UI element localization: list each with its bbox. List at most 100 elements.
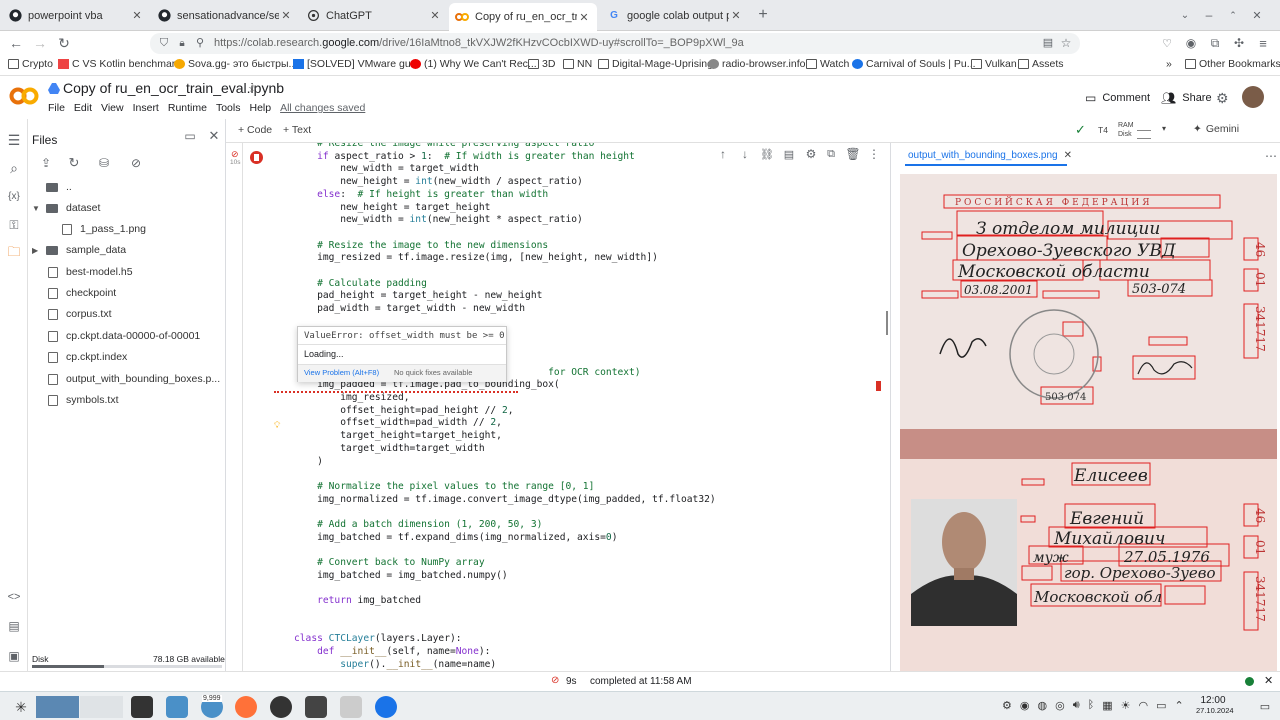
add-text-button[interactable]: + Text (283, 124, 311, 136)
file-row[interactable]: ▶ sample_data (28, 240, 224, 260)
bookmark-item[interactable]: Carnival of Souls | Pu... (852, 58, 976, 70)
close-icon[interactable]: ✕ (1064, 150, 1072, 161)
variables-icon[interactable]: {x} (4, 188, 24, 204)
comment-icon[interactable]: ▤ (782, 147, 796, 161)
comment-button[interactable]: ▭ Comment (1085, 91, 1150, 105)
bookmark-item[interactable]: Assets (1018, 58, 1064, 70)
file-row[interactable]: .. (28, 177, 224, 197)
terminal-icon[interactable]: ▣ (6, 648, 22, 664)
forward-icon[interactable]: → (32, 35, 48, 51)
file-manager-icon[interactable] (166, 696, 188, 718)
bookmark-item[interactable]: Watch (806, 58, 849, 70)
menu-tools[interactable]: Tools (216, 102, 241, 114)
back-icon[interactable]: ← (8, 35, 24, 51)
bluetooth-icon[interactable]: ᛒ (1088, 699, 1095, 712)
mount-drive-icon[interactable]: ⛁ (96, 155, 112, 171)
command-palette-icon[interactable]: ▤ (6, 618, 22, 634)
media-player-icon[interactable] (340, 696, 362, 718)
browser-app-icon[interactable] (375, 696, 397, 718)
menu-runtime[interactable]: Runtime (168, 102, 207, 114)
expand-tray-icon[interactable]: ⌃ (1175, 699, 1184, 712)
terminal-app-icon[interactable] (131, 696, 153, 718)
browser-tab[interactable]: G google colab output print ✕ (601, 3, 749, 28)
workspace-1[interactable] (36, 696, 79, 718)
open-in-tab-icon[interactable]: ▭ (182, 128, 198, 144)
mirror-cell-icon[interactable]: ⧉ (824, 147, 838, 161)
browser-tab[interactable]: ChatGPT ✕ (300, 3, 448, 28)
menu-icon[interactable]: ≡ (1256, 36, 1270, 51)
save-status[interactable]: All changes saved (280, 102, 365, 114)
url-bar[interactable]: ⛉ 🔒︎ ⚲ https://colab.research.google.com… (150, 33, 1080, 54)
hide-files-icon[interactable]: ⊘ (128, 155, 144, 171)
close-window-icon[interactable]: ✕ (1250, 8, 1264, 22)
browser-tab[interactable]: powerpoint vba ✕ (2, 3, 150, 28)
bookmark-item[interactable]: NN (563, 58, 592, 70)
delete-icon[interactable]: 🗑︎ (845, 147, 860, 161)
more-vert-icon[interactable]: ⋮ (867, 147, 881, 161)
lightbulb-icon[interactable]: 💡︎ (274, 420, 280, 431)
completed-status[interactable]: completed at 11:58 AM (590, 676, 692, 687)
refresh-icon[interactable]: ↻ (66, 155, 82, 171)
account-icon[interactable]: ◉ (1184, 36, 1198, 50)
close-icon[interactable]: ✕ (279, 9, 293, 22)
code-editor[interactable]: # Resize the image while preserving aspe… (294, 143, 716, 671)
file-row[interactable]: output_with_bounding_boxes.p... (28, 369, 224, 389)
settings-tray-icon[interactable]: ⚙ (1002, 699, 1012, 712)
bookmark-item[interactable]: (1) Why We Can't Rec... (410, 58, 537, 70)
view-problem-link[interactable]: View Problem (Alt+F8) (304, 368, 379, 377)
resource-monitor[interactable]: RAM Disk (1118, 121, 1134, 139)
discord-tray-icon[interactable]: ◍ (1037, 699, 1047, 712)
menu-file[interactable]: File (48, 102, 65, 114)
more-horiz-icon[interactable]: ⋯ (1265, 149, 1277, 163)
bookmark-item[interactable]: Digital-Mage-Uprising (598, 58, 713, 70)
move-down-icon[interactable]: ↓ (738, 147, 752, 161)
volume-icon[interactable]: 🔊︎ (1073, 699, 1080, 712)
runtime-type[interactable]: T4 (1098, 125, 1108, 135)
chevron-down-icon[interactable]: ▼ (32, 204, 46, 213)
star-icon[interactable]: ☆ (248, 82, 258, 95)
search-icon[interactable]: ⌕ (6, 160, 22, 176)
firefox-icon[interactable] (235, 696, 257, 718)
code-editor-app-icon[interactable] (305, 696, 327, 718)
vpn-tray-icon[interactable]: ◉ (1020, 699, 1030, 712)
menu-edit[interactable]: Edit (74, 102, 92, 114)
keyboard-layout-icon[interactable]: ▦ (1102, 699, 1112, 712)
file-row[interactable]: cp.ckpt.data-00000-of-00001 (28, 326, 224, 346)
gear-icon[interactable]: ⚙ (804, 147, 818, 161)
wifi-icon[interactable]: ◠ (1139, 699, 1149, 712)
table-of-contents-icon[interactable]: ☰ (6, 132, 22, 148)
run-cell-button[interactable] (250, 151, 263, 164)
file-row[interactable]: corpus.txt (28, 304, 224, 324)
scrollbar[interactable] (886, 311, 888, 335)
close-icon[interactable]: ✕ (577, 11, 591, 24)
other-bookmarks[interactable]: Other Bookmarks (1185, 58, 1280, 70)
output-tab[interactable]: output_with_bounding_boxes.png ✕ (908, 150, 1072, 161)
chevron-right-icon[interactable]: ▶ (32, 246, 46, 255)
colab-logo-icon[interactable] (9, 86, 39, 109)
move-up-icon[interactable]: ↑ (716, 147, 730, 161)
file-row[interactable]: symbols.txt (28, 390, 224, 410)
bookmark-item[interactable]: [SOLVED] VMware gu... (293, 58, 419, 70)
gemini-button[interactable]: ✦ Gemini (1193, 123, 1239, 135)
browser-tab-active[interactable]: Copy of ru_en_ocr_train_ev ✕ (449, 3, 597, 31)
file-row[interactable]: checkpoint (28, 283, 224, 303)
app-launcher-icon[interactable]: ✳ (12, 698, 30, 716)
reload-icon[interactable]: ↻ (56, 35, 72, 51)
menu-view[interactable]: View (101, 102, 124, 114)
bookmark-item[interactable]: 3D (528, 58, 555, 70)
pocket-icon[interactable]: ♡ (1160, 36, 1174, 50)
reader-view-icon[interactable]: ▤ (1042, 37, 1054, 49)
chevron-down-icon[interactable]: ⌄ (1178, 8, 1192, 22)
extension-puzzle-icon[interactable]: ✣ (1232, 36, 1246, 50)
minimize-icon[interactable]: – (1202, 8, 1216, 22)
runtime-dropdown-icon[interactable]: ▾ (1162, 124, 1166, 133)
new-tab-icon[interactable]: + (754, 6, 772, 24)
extensions-icon[interactable]: ⧉ (1208, 36, 1222, 50)
steam-tray-icon[interactable]: ◎ (1055, 699, 1065, 712)
bookmark-star-icon[interactable]: ☆ (1060, 36, 1072, 50)
close-icon[interactable]: ✕ (1264, 674, 1273, 687)
bookmark-item[interactable]: Vulkan (971, 58, 1017, 70)
clock[interactable]: 12:00 27.10.2024 (1196, 695, 1234, 715)
link-icon[interactable]: ⛓ (760, 147, 774, 161)
battery-icon[interactable]: ▭ (1156, 699, 1166, 712)
